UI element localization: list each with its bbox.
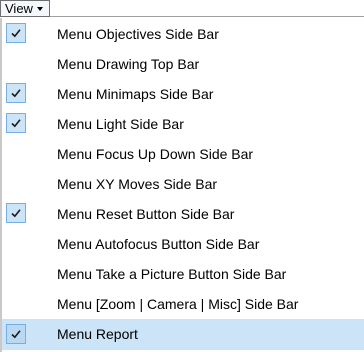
- menu-item-label: Menu Autofocus Button Side Bar: [57, 236, 260, 252]
- menu-item-report[interactable]: Menu Report: [2, 319, 364, 350]
- menu-item-label: Menu Report: [57, 326, 138, 342]
- menu-item-reset-button-side-bar[interactable]: Menu Reset Button Side Bar: [2, 199, 364, 229]
- menu-item-label: Menu Reset Button Side Bar: [57, 206, 235, 222]
- menu-item-label: Menu Light Side Bar: [57, 116, 184, 132]
- menu-item-label: Menu Objectives Side Bar: [57, 26, 219, 42]
- checkmark-icon: [6, 83, 26, 103]
- view-menu-button[interactable]: View: [0, 0, 50, 17]
- checkmark-icon: [6, 203, 26, 223]
- menu-item-focus-up-down-side-bar[interactable]: Menu Focus Up Down Side Bar: [2, 139, 364, 169]
- menu-item-take-a-picture-button-side-bar[interactable]: Menu Take a Picture Button Side Bar: [2, 259, 364, 289]
- menu-item-drawing-top-bar[interactable]: Menu Drawing Top Bar: [2, 49, 364, 79]
- menu-item-zoom-camera-misc-side-bar[interactable]: Menu [Zoom | Camera | Misc] Side Bar: [2, 289, 364, 319]
- menu-item-xy-moves-side-bar[interactable]: Menu XY Moves Side Bar: [2, 169, 364, 199]
- menu-item-label: Menu Minimaps Side Bar: [57, 86, 214, 102]
- view-menu-label: View: [5, 1, 33, 16]
- menu-item-label: Menu XY Moves Side Bar: [57, 176, 218, 192]
- menu-item-label: Menu Focus Up Down Side Bar: [57, 146, 254, 162]
- checkmark-icon: [6, 324, 26, 344]
- dropdown-arrow-icon: [36, 7, 43, 11]
- checkmark-icon: [6, 113, 26, 133]
- menu-item-label: Menu [Zoom | Camera | Misc] Side Bar: [57, 296, 299, 312]
- menu-item-label: Menu Take a Picture Button Side Bar: [57, 266, 287, 282]
- menu-bar-strip: [50, 0, 364, 17]
- view-dropdown-menu: Menu Objectives Side Bar Menu Drawing To…: [0, 18, 364, 352]
- menu-item-autofocus-button-side-bar[interactable]: Menu Autofocus Button Side Bar: [2, 229, 364, 259]
- menu-bar: View: [0, 0, 364, 19]
- checkmark-icon: [6, 23, 26, 43]
- menu-item-objectives-side-bar[interactable]: Menu Objectives Side Bar: [2, 19, 364, 49]
- menu-item-light-side-bar[interactable]: Menu Light Side Bar: [2, 109, 364, 139]
- menu-item-label: Menu Drawing Top Bar: [57, 56, 200, 72]
- menu-item-minimaps-side-bar[interactable]: Menu Minimaps Side Bar: [2, 79, 364, 109]
- window: View Menu Objectives Side Bar Menu Drawi…: [0, 0, 364, 352]
